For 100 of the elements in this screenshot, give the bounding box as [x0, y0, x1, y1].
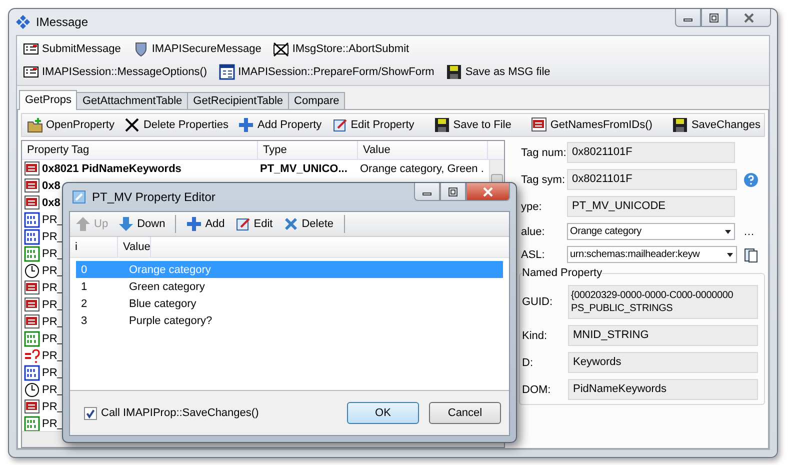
clock-icon: [24, 382, 40, 398]
toolbar-button[interactable]: IMAPISession::MessageOptions(): [20, 62, 210, 82]
field-label: Kind:: [522, 330, 548, 342]
close-icon: [744, 12, 754, 22]
tab[interactable]: GetProps: [19, 90, 78, 110]
help-icon[interactable]: [743, 172, 759, 188]
table-cell-text: PR_: [41, 248, 64, 260]
text-property-icon: [24, 178, 40, 194]
table-cell-text: 0: [80, 264, 88, 276]
field-label: DOM:: [522, 384, 552, 396]
toolbar-button[interactable]: SaveChanges: [669, 115, 764, 135]
dialog-title: PT_MV Property Editor: [92, 190, 216, 204]
table-cell-text: PR_: [41, 214, 64, 226]
maximize-icon: [448, 186, 458, 196]
copy-icon[interactable]: [743, 246, 759, 262]
toolbar-button[interactable]: Add: [183, 214, 228, 234]
toolbar-button[interactable]: Edit: [232, 214, 276, 234]
table-cell-text: PR_: [41, 418, 64, 430]
shield-icon: [132, 41, 149, 57]
field-label: D:: [522, 356, 534, 368]
table-cell-text: PR_: [41, 400, 64, 412]
tab[interactable]: GetRecipientTable: [187, 92, 290, 109]
toolbar-button[interactable]: Down: [115, 214, 168, 234]
column-header[interactable]: Value: [118, 237, 152, 257]
clock-icon: [24, 262, 40, 278]
text-property-icon: [24, 160, 40, 176]
maximize-icon: [709, 12, 719, 22]
table-cell-text: 0x8: [41, 180, 60, 192]
toolbar-button[interactable]: IMAPISession::PrepareForm/ShowForm: [216, 62, 438, 82]
dropdown[interactable]: Orange category: [567, 223, 735, 240]
table-cell-text: PT_MV_UNICO...: [259, 162, 348, 174]
toolbar-button[interactable]: SubmitMessage: [20, 39, 124, 59]
close-button[interactable]: [727, 9, 771, 27]
folder-icon: [27, 117, 43, 133]
table-cell-text: 0x8: [41, 196, 60, 208]
edit-icon: [332, 117, 348, 133]
table-cell-text: Orange category, Green .: [359, 162, 484, 174]
minimize-button[interactable]: [675, 9, 701, 27]
table-cell-text: PR_: [41, 332, 64, 344]
caret-icon: [724, 228, 732, 236]
checkbox-label: Call IMAPIProp::SaveChanges(): [101, 407, 259, 419]
table-cell-text: PR_: [41, 350, 64, 362]
field-label: alue:: [521, 226, 546, 238]
table-cell-text: Purple category?: [128, 314, 212, 326]
up-arrow-icon: [75, 216, 91, 232]
app-icon: [15, 14, 31, 30]
toolbar-button[interactable]: Delete: [280, 214, 337, 234]
form-icon: [23, 64, 39, 80]
column-header[interactable]: i: [70, 237, 118, 257]
toolbar-button[interactable]: Save as MSG file: [443, 62, 554, 82]
close-icon: [483, 186, 493, 196]
window-icon: [219, 64, 236, 80]
toolbar-button[interactable]: OpenProperty: [24, 115, 118, 135]
field-label: ASL:: [521, 248, 546, 260]
checkbox[interactable]: [84, 406, 97, 420]
binary-property-icon: [24, 364, 40, 380]
table-cell-text: PR_: [41, 264, 64, 276]
read-only-field: PidNameKeywords: [568, 379, 758, 400]
toolbar-button[interactable]: IMsgStore::AbortSubmit: [270, 39, 412, 59]
tab[interactable]: GetAttachmentTable: [76, 92, 188, 109]
table-cell-text: PR_: [41, 384, 64, 396]
table-cell-text: Blue category: [128, 298, 196, 310]
dialog-button[interactable]: Cancel: [429, 402, 501, 424]
toolbar-button[interactable]: Edit Property: [328, 115, 418, 135]
text-property-icon: [24, 194, 40, 210]
read-only-field: 0x8021101F: [567, 169, 737, 190]
column-header[interactable]: Property Tag: [22, 141, 258, 159]
window-title: IMessage: [36, 15, 88, 29]
table-cell-text: 1: [80, 280, 88, 292]
toolbar-button[interactable]: Save to File: [431, 115, 514, 135]
add-icon: [238, 117, 254, 133]
more-button[interactable]: …: [739, 226, 759, 238]
list-row[interactable]: 1 Green category: [76, 278, 503, 295]
edit-icon: [234, 216, 251, 232]
field-label: Tag num:: [521, 146, 563, 158]
maximize-button[interactable]: [701, 9, 727, 27]
text-property-icon: [24, 314, 40, 330]
list-row[interactable]: 3 Purple category?: [76, 312, 503, 329]
toolbar-button[interactable]: Delete Properties: [121, 115, 232, 135]
toolbar-button[interactable]: GetNamesFromIDs(): [528, 115, 656, 135]
toolbar-button[interactable]: IMAPISecureMessage: [130, 39, 264, 59]
table-cell-text: PR_: [41, 298, 64, 310]
read-only-field: MNID_STRING: [568, 325, 758, 346]
binary-property-icon: [24, 330, 40, 346]
down-arrow-icon: [118, 216, 134, 232]
tab[interactable]: Compare: [288, 92, 346, 109]
field-label: Tag sym:: [521, 174, 563, 186]
table-cell-text: Green category: [128, 280, 205, 292]
column-header[interactable]: Type: [258, 141, 358, 159]
list-row[interactable]: 2 Blue category: [76, 295, 503, 312]
minimize-button[interactable]: [414, 183, 440, 201]
dialog-button[interactable]: OK: [347, 402, 419, 424]
field-label: GUID:: [522, 296, 554, 308]
dropdown[interactable]: urn:schemas:mailheader:keyw: [567, 246, 737, 263]
table-cell-text: 3: [80, 314, 88, 326]
cross-icon: [124, 117, 140, 133]
toolbar-button[interactable]: Add Property: [235, 115, 325, 135]
column-header[interactable]: Value: [358, 141, 488, 159]
close-button[interactable]: [466, 183, 510, 201]
maximize-button[interactable]: [440, 183, 466, 201]
